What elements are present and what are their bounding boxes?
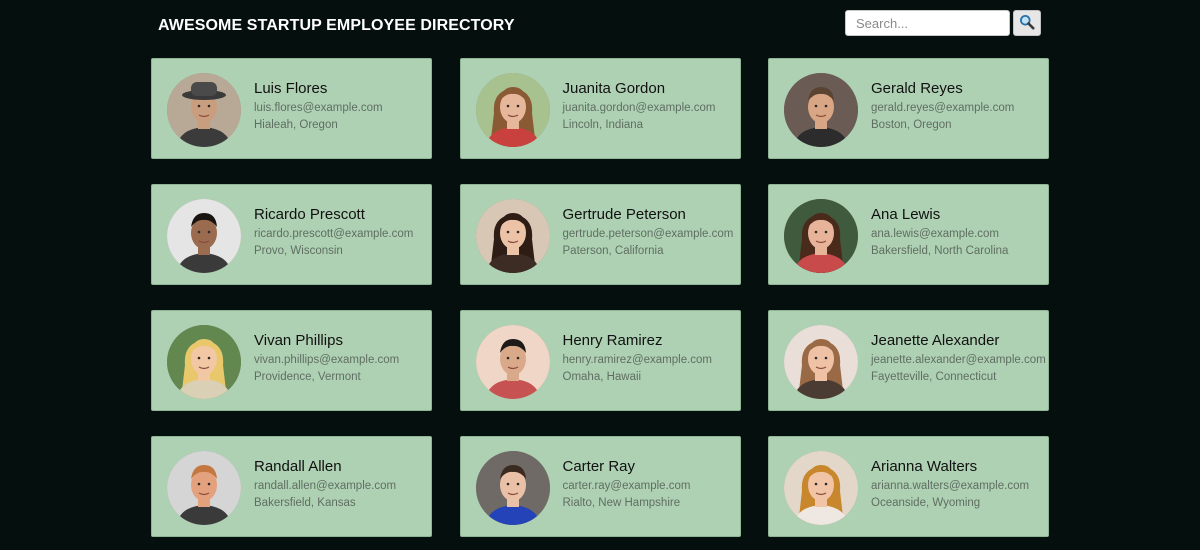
employee-location: Boston, Oregon [871, 119, 952, 131]
employee-email: luis.flores@example.com [254, 102, 383, 114]
search-button[interactable] [1013, 10, 1041, 36]
employee-card[interactable]: Ricardo Prescott ricardo.prescott@exampl… [151, 184, 432, 285]
employee-location: Paterson, California [562, 245, 664, 257]
app-title: AWESOME STARTUP EMPLOYEE DIRECTORY [158, 17, 515, 34]
employee-card[interactable]: Juanita Gordon juanita.gordon@example.co… [459, 58, 741, 159]
employee-name: Gerald Reyes [871, 80, 963, 97]
employee-name: Gertrude Peterson [562, 206, 686, 223]
employee-location: Fayetteville, Connecticut [871, 371, 997, 383]
employee-card[interactable]: Gerald Reyes gerald.reyes@example.com Bo… [768, 58, 1049, 159]
employee-email: jeanette.alexander@example.com [871, 354, 1046, 366]
employee-name: Jeanette Alexander [871, 332, 1000, 349]
employee-card[interactable]: Henry Ramirez henry.ramirez@example.com … [459, 310, 741, 411]
employee-name: Henry Ramirez [562, 332, 663, 349]
employee-name: Vivan Phillips [254, 332, 343, 349]
employee-email: carter.ray@example.com [562, 480, 691, 492]
employee-avatar [167, 325, 241, 399]
employee-avatar [784, 451, 858, 525]
employee-card[interactable]: Ana Lewis ana.lewis@example.com Bakersfi… [768, 184, 1049, 285]
employee-location: Omaha, Hawaii [562, 371, 642, 383]
employee-avatar [475, 73, 550, 147]
employee-avatar [475, 325, 550, 399]
employee-name: Arianna Walters [871, 458, 978, 475]
employee-location: Providence, Vermont [254, 371, 361, 383]
employee-card[interactable]: Luis Flores luis.flores@example.com Hial… [151, 58, 432, 159]
employee-location: Oceanside, Wyoming [871, 497, 981, 509]
employee-email: gerald.reyes@example.com [871, 102, 1015, 114]
employee-avatar [167, 73, 241, 147]
employee-email: ricardo.prescott@example.com [254, 228, 414, 240]
employee-card[interactable]: Randall Allen randall.allen@example.com … [151, 436, 432, 537]
search-input[interactable] [845, 10, 1010, 36]
employee-email: juanita.gordon@example.com [562, 102, 716, 114]
employee-location: Provo, Wisconsin [254, 245, 343, 257]
employee-email: arianna.walters@example.com [871, 480, 1030, 492]
employee-email: randall.allen@example.com [254, 480, 397, 492]
employee-location: Lincoln, Indiana [562, 119, 644, 131]
employee-avatar [784, 199, 858, 273]
employee-card[interactable]: Vivan Phillips vivan.phillips@example.co… [151, 310, 432, 411]
employee-avatar [784, 73, 858, 147]
employee-location: Bakersfield, North Carolina [871, 245, 1009, 257]
employee-card[interactable]: Arianna Walters arianna.walters@example.… [768, 436, 1049, 537]
employee-avatar [167, 199, 241, 273]
employee-name: Luis Flores [254, 80, 328, 97]
employee-avatar [167, 451, 241, 525]
employee-location: Rialto, New Hampshire [562, 497, 681, 509]
employee-email: ana.lewis@example.com [871, 228, 1000, 240]
employee-email: gertrude.peterson@example.com [562, 228, 734, 240]
employee-email: henry.ramirez@example.com [562, 354, 713, 366]
employee-email: vivan.phillips@example.com [254, 354, 400, 366]
employee-avatar [475, 451, 550, 525]
employee-name: Ricardo Prescott [254, 206, 365, 223]
employee-name: Randall Allen [254, 458, 342, 475]
employee-name: Carter Ray [562, 458, 636, 475]
employee-avatar [784, 325, 858, 399]
employee-avatar [475, 199, 550, 273]
employee-card[interactable]: Carter Ray carter.ray@example.com Rialto… [459, 436, 741, 537]
search-icon [1019, 14, 1035, 33]
employee-location: Hialeah, Oregon [254, 119, 338, 131]
employee-card-grid: Luis Flores luis.flores@example.com Hial… [151, 58, 1049, 537]
employee-location: Bakersfield, Kansas [254, 497, 356, 509]
employee-name: Ana Lewis [871, 206, 941, 223]
employee-name: Juanita Gordon [562, 80, 666, 97]
employee-card[interactable]: Gertrude Peterson gertrude.peterson@exam… [459, 184, 741, 285]
employee-card[interactable]: Jeanette Alexander jeanette.alexander@ex… [768, 310, 1049, 411]
